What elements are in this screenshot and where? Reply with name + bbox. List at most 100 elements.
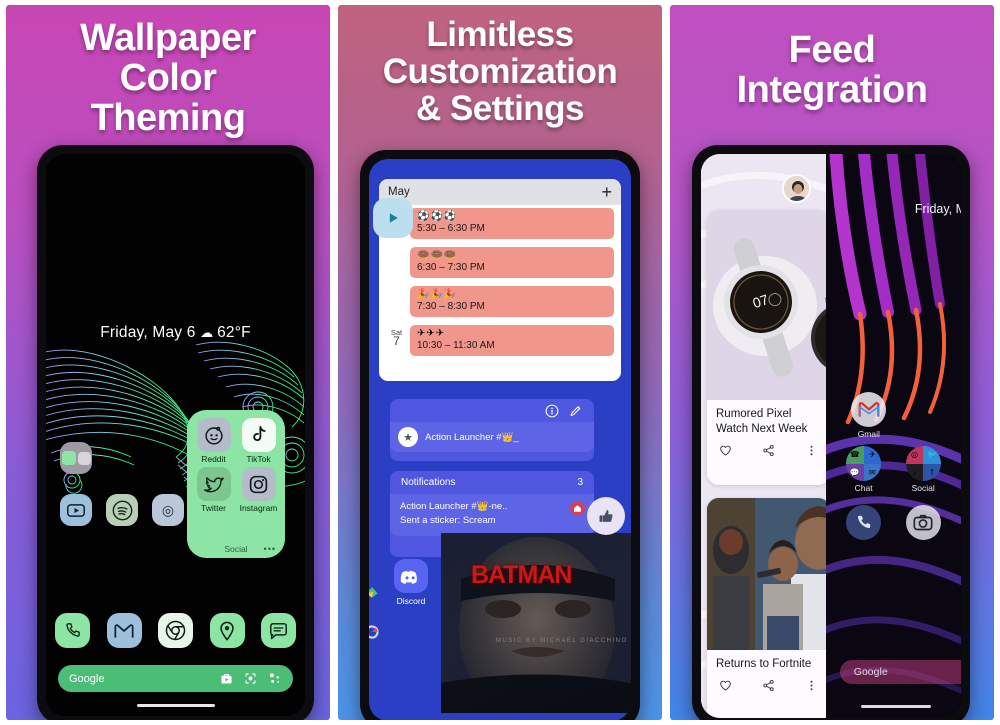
folder-app-reddit[interactable]: Reddit (192, 418, 235, 464)
calendar-widget[interactable]: May + F 6 ⚽⚽⚽ 5:30 – 6:30 PM (379, 179, 621, 381)
feed-card[interactable]: Returns to Fortnite (707, 498, 826, 718)
discord-icon (394, 559, 428, 593)
social-folder-popup[interactable]: Reddit TikTok Twitter Instagram Social •… (187, 410, 285, 558)
phone-mockup: Friday, May 6 ☁ 62°F ◎ Reddit TikTok Twi… (37, 145, 314, 720)
panel-limitless-customization: Limitless Customization & Settings May +… (338, 5, 662, 720)
folder-overflow-icon[interactable]: ••• (264, 544, 276, 554)
mic-dots-icon[interactable] (268, 672, 282, 685)
messages-icon[interactable] (261, 613, 296, 648)
spotify-icon[interactable] (106, 494, 138, 526)
store-screenshot-sheet: Wallpaper Color Theming Friday, May 6 ☁ … (0, 0, 1000, 725)
maps-peek-icon[interactable] (369, 579, 385, 605)
calendar-event-row[interactable]: F 6 ⚽⚽⚽ 5:30 – 6:30 PM (379, 205, 621, 244)
partial-app-icon[interactable]: ◎ (152, 494, 184, 526)
gmail-icon[interactable] (106, 613, 142, 648)
share-icon[interactable] (762, 444, 775, 457)
reddit-icon (196, 418, 231, 452)
calendar-event-row[interactable]: 🎉🎉🎉 7:30 – 8:30 PM (379, 283, 621, 322)
social-folder-icon: ◎ 🐦 ♪ f (905, 446, 941, 481)
discord-app[interactable]: Discord (389, 559, 433, 606)
home-folder-social[interactable]: ◎ 🐦 ♪ f Social (898, 446, 948, 493)
event-emoji: 🍩🍩🍩 (417, 250, 458, 261)
chrome-icon[interactable] (158, 613, 193, 648)
google-search-bar[interactable]: Google (839, 660, 961, 684)
panel-title: Limitless Customization & Settings (382, 15, 618, 128)
event-time: 5:30 – 6:30 PM (417, 223, 485, 234)
maps-icon[interactable] (209, 613, 245, 648)
calendar-event-row[interactable]: 🍩🍩🍩 6:30 – 7:30 PM (379, 244, 621, 283)
share-icon[interactable] (762, 679, 775, 692)
calendar-event[interactable]: 🍩🍩🍩 6:30 – 7:30 PM (410, 247, 614, 278)
tiktok-icon (241, 418, 276, 452)
calendar-header: May + (379, 179, 621, 205)
instagram-icon (241, 467, 276, 501)
event-emoji: 🎉🎉🎉 (417, 289, 458, 300)
home-app-phone[interactable] (839, 505, 889, 540)
folder-app-tiktok[interactable]: TikTok (237, 418, 280, 464)
heart-icon[interactable] (719, 444, 732, 457)
home-app-gmail[interactable]: Gmail (844, 392, 894, 439)
home-clock: Friday, Ma (914, 202, 961, 216)
lockscreen-temperature: 62°F (217, 324, 251, 341)
more-vert-icon[interactable] (805, 679, 818, 692)
folder-app-instagram[interactable]: Instagram (237, 467, 280, 513)
media-poster[interactable]: BATMAN MUSIC BY MICHAEL GIACCHINO (441, 533, 631, 713)
poster-credit: MUSIC BY MICHAEL GIACCHINO (496, 638, 628, 644)
homescreen-icon-grid: ◎ (60, 442, 184, 526)
phone-icon[interactable] (55, 613, 90, 648)
phone-icon (846, 505, 882, 540)
notification-item[interactable]: Action Launcher #👑-ne.. Sent a sticker: … (390, 494, 594, 536)
chat-folder-icon: ☎ ✈ 💬 ✉ (846, 446, 882, 481)
lens-bag-icon[interactable] (220, 672, 233, 685)
calendar-event[interactable]: ✈✈✈ 10:30 – 11:30 AM (410, 325, 614, 356)
google-peek-icon[interactable] (369, 619, 385, 645)
calendar-event[interactable]: 🎉🎉🎉 7:30 – 8:30 PM (410, 286, 614, 317)
lockscreen-clock-row: Friday, May 6 ☁ 62°F (46, 324, 305, 342)
calendar-event-row[interactable]: Sat 7 ✈✈✈ 10:30 – 11:30 AM (379, 322, 621, 361)
home-icon (570, 501, 585, 516)
play-button[interactable] (373, 198, 413, 238)
feed-card-image (707, 498, 826, 650)
poster-title: BATMAN (471, 561, 572, 589)
youtube-icon[interactable] (60, 494, 92, 526)
pencil-icon[interactable] (569, 404, 583, 418)
plus-icon[interactable]: + (601, 183, 612, 201)
more-vert-icon[interactable] (805, 444, 818, 457)
event-time: 7:30 – 8:30 PM (417, 301, 485, 312)
star-avatar-icon: ★ (398, 427, 418, 447)
mini-folder-icon[interactable] (60, 442, 92, 474)
search-label: Google (853, 666, 888, 678)
calendar-event[interactable]: ⚽⚽⚽ 5:30 – 6:30 PM (410, 208, 614, 239)
feed-card[interactable]: 07 8 Rumored Pixel Watch Next Week (707, 210, 826, 485)
heart-icon[interactable] (719, 679, 732, 692)
home-app-label: Gmail (857, 429, 880, 439)
folder-name: Social (224, 544, 248, 554)
phone-mockup: May + F 6 ⚽⚽⚽ 5:30 – 6:30 PM (360, 150, 640, 720)
app-action-card[interactable]: ★ Action Launcher #👑_ (390, 399, 594, 461)
panel-title: Wallpaper Color Theming (80, 17, 256, 139)
lockscreen-date: Friday, May 6 (100, 324, 196, 341)
panel-title: Feed Integration (736, 29, 928, 111)
home-gesture-bar[interactable] (860, 705, 931, 708)
notification-body: Sent a sticker: Scream (400, 515, 496, 526)
avatar[interactable] (781, 174, 811, 203)
lens-icon[interactable] (244, 672, 257, 685)
phone-mockup: 07 8 Rumored Pixel Watch Next Week (692, 145, 970, 720)
event-time: 6:30 – 7:30 PM (417, 262, 485, 273)
folder-app-twitter[interactable]: Twitter (192, 467, 235, 513)
discord-label: Discord (396, 596, 426, 606)
home-folder-chat[interactable]: ☎ ✈ 💬 ✉ Chat (839, 446, 889, 493)
event-emoji: ✈✈✈ (417, 328, 446, 339)
google-search-bar[interactable]: Google (58, 665, 293, 692)
home-gesture-bar[interactable] (136, 704, 215, 707)
app-row[interactable]: ★ Action Launcher #👑_ (390, 422, 594, 452)
thumbs-up-icon (599, 509, 613, 522)
notifications-header: Notifications (401, 477, 456, 488)
folder-footer: Social ••• (187, 544, 285, 554)
cloud-icon: ☁ (200, 325, 218, 340)
thumbs-up-button[interactable] (587, 497, 625, 535)
info-icon[interactable] (545, 404, 559, 418)
home-app-camera[interactable] (898, 505, 948, 540)
phone-screen: 07 8 Rumored Pixel Watch Next Week (701, 154, 961, 718)
event-emoji: ⚽⚽⚽ (417, 211, 458, 222)
